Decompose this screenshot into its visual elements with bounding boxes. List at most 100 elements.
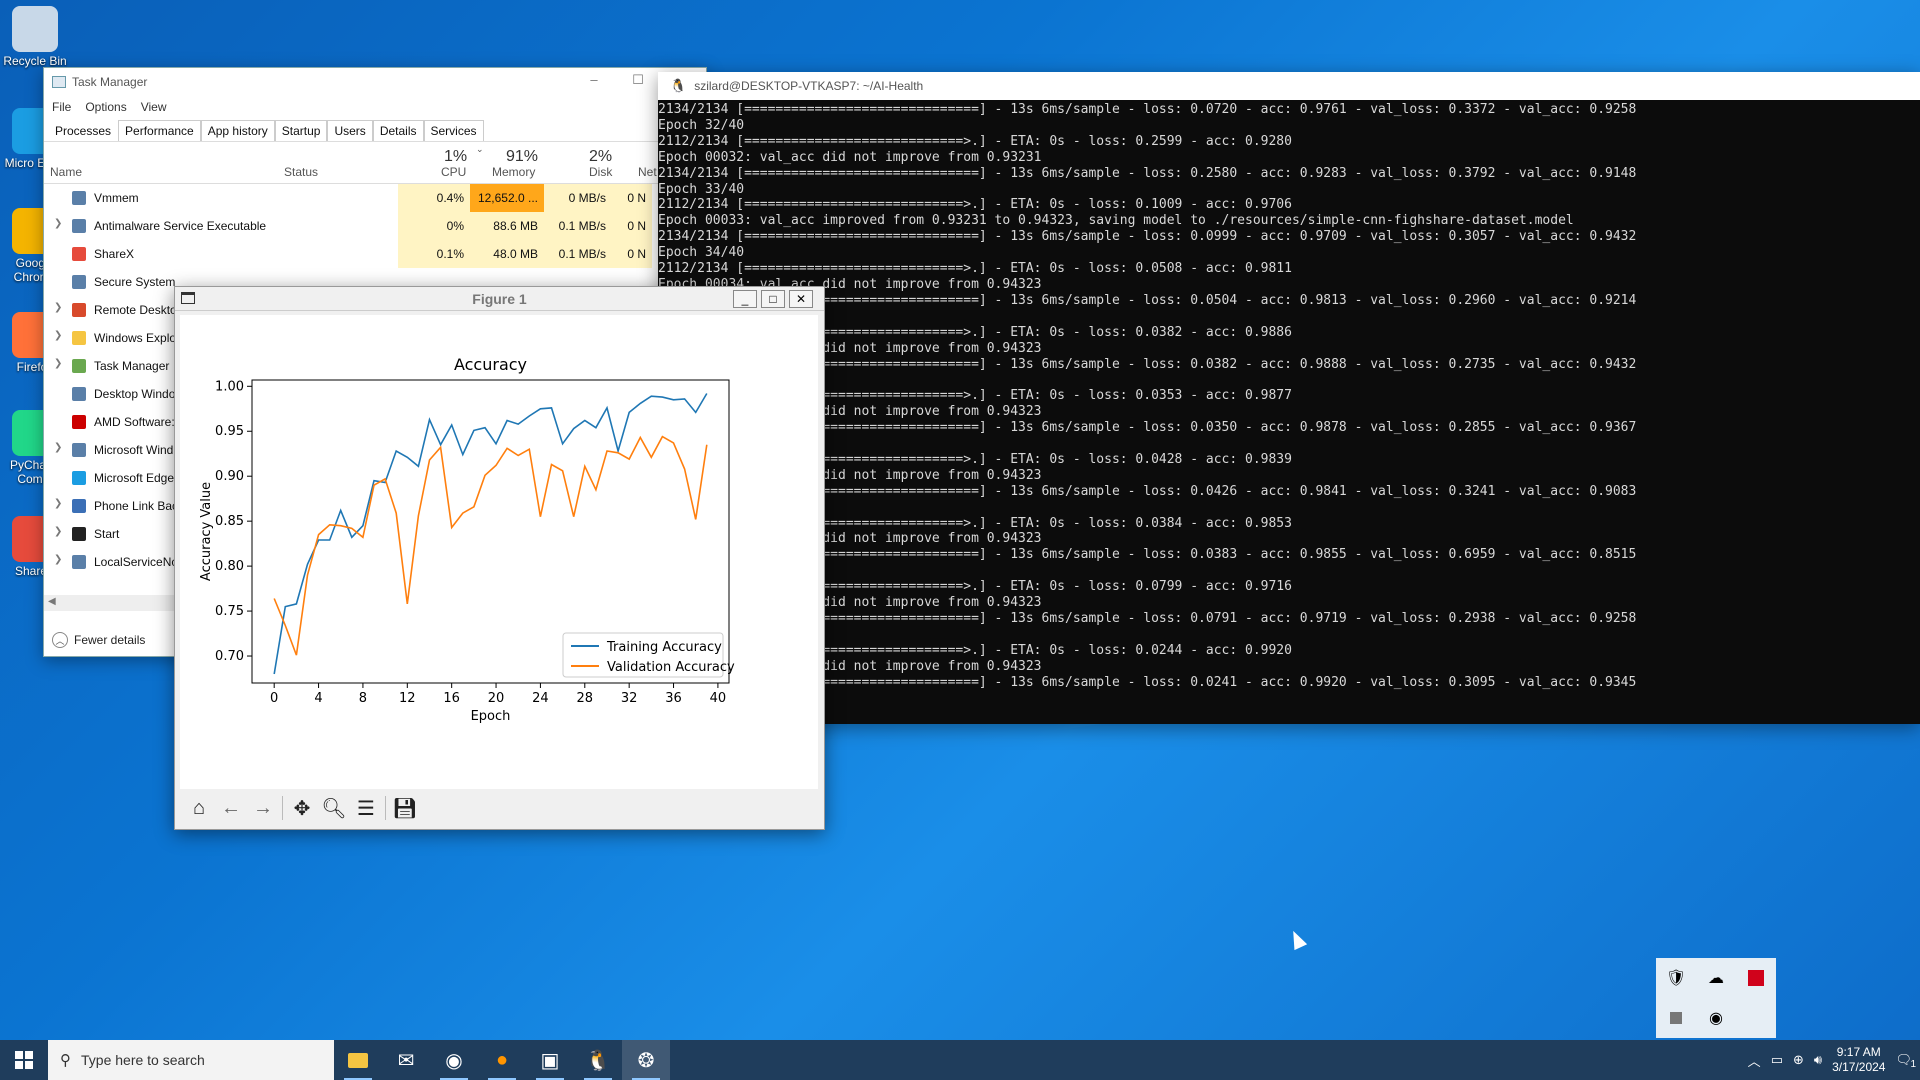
expand-chevron-icon[interactable]: ❯ [54, 358, 62, 369]
column-disk[interactable]: Disk [589, 165, 612, 179]
process-table-header: Name Status 1% CPU ⌄ 91% Memory 2% Disk … [44, 142, 706, 184]
legend-label: Validation Accuracy [607, 660, 735, 675]
terminal-line: Epoch 00033: val_acc improved from 0.932… [658, 213, 1574, 229]
terminal-output[interactable]: 2134/2134 [=============================… [658, 100, 1920, 706]
column-memory[interactable]: Memory [492, 165, 535, 179]
search-box[interactable]: ⚲ Type here to search [48, 1040, 334, 1080]
expand-chevron-icon[interactable]: ❯ [54, 526, 62, 537]
back-arrow-icon[interactable]: ← [218, 795, 244, 821]
desktop-icon[interactable]: Recycle Bin [0, 6, 70, 68]
terminal-line: Epoch 40/40 [658, 627, 1920, 643]
y-tick-label: 0.85 [215, 514, 244, 529]
sort-chevron-icon: ⌄ [476, 144, 484, 154]
table-row[interactable]: ❯ Antimalware Service Executable 0% 88.6 MB… [44, 212, 706, 240]
amd-icon[interactable] [1736, 958, 1776, 998]
tab-app-history[interactable]: App history [200, 120, 275, 141]
column-network[interactable]: Net [638, 165, 657, 179]
process-icon [72, 499, 86, 513]
chrome-icon[interactable]: ◉ [1696, 998, 1736, 1038]
meet-now-icon[interactable]: ▭ [1771, 1052, 1783, 1068]
terminal-line: 2112/2134 [============================>… [658, 197, 1292, 213]
expand-chevron-icon[interactable]: ❯ [54, 498, 62, 509]
terminal-line: 2134/2134 [=============================… [658, 547, 1637, 563]
process-name: Phone Link Bac [94, 499, 179, 513]
tab-startup[interactable]: Startup [274, 120, 328, 141]
menu-options[interactable]: Options [85, 100, 126, 114]
maximize-button[interactable]: □ [761, 290, 785, 308]
forward-arrow-icon[interactable]: → [250, 795, 276, 821]
mail-icon[interactable]: ✉ [382, 1040, 430, 1080]
terminal-window[interactable]: 🐧 szilard@DESKTOP-VTKASP7: ~/AI-Health 2… [658, 72, 1920, 724]
series-line-training [273, 393, 708, 675]
file-explorer-icon[interactable] [334, 1040, 382, 1080]
expand-chevron-icon[interactable]: ❯ [54, 442, 62, 453]
chart-title: Accuracy [454, 355, 527, 374]
process-name: Secure System [94, 275, 176, 289]
plot-canvas[interactable]: Accuracy Epoch Accuracy Value 0 4 8 12 16 20 24 28… [180, 315, 818, 789]
close-button[interactable]: ✕ [789, 290, 813, 308]
tab-performance[interactable]: Performance [118, 120, 201, 141]
terminal-line: 2134/2134 [=============================… [658, 229, 1637, 245]
terminal-line: 2134/2134 [=============================… [658, 292, 1637, 308]
date-label: 3/17/2024 [1832, 1060, 1886, 1074]
memory-cell: 48.0 MB [470, 240, 544, 268]
chrome-icon[interactable]: ◉ [430, 1040, 478, 1080]
network-globe-icon[interactable]: ⊕ [1793, 1052, 1804, 1068]
save-icon[interactable]: 💾︎ [392, 795, 418, 821]
process-icon [72, 443, 86, 457]
table-row[interactable]: ShareX 0.1% 48.0 MB 0.1 MB/s 0 N [44, 240, 706, 268]
terminal-title: szilard@DESKTOP-VTKASP7: ~/AI-Health [694, 79, 924, 93]
tab-bar: Processes Performance App history Startu… [44, 118, 706, 142]
square-icon[interactable] [1656, 998, 1696, 1038]
process-icon [72, 471, 86, 485]
table-row[interactable]: Vmmem 0.4% 12,652.0 ... 0 MB/s 0 N [44, 184, 706, 212]
figure-titlebar[interactable]: Figure 1 _ □ ✕ [175, 287, 824, 311]
tab-details[interactable]: Details [372, 120, 424, 141]
cpu-cell: 0.1% [398, 240, 470, 268]
terminal-line: 2134/2134 [=============================… [658, 420, 1637, 436]
column-cpu[interactable]: CPU [441, 165, 466, 179]
maximize-button[interactable]: ☐ [628, 72, 648, 92]
sharex-icon[interactable]: ▣ [526, 1040, 574, 1080]
fewer-details-label: Fewer details [74, 633, 146, 647]
process-icon [72, 527, 86, 541]
terminal-titlebar[interactable]: 🐧 szilard@DESKTOP-VTKASP7: ~/AI-Health [658, 72, 1920, 100]
volume-icon[interactable]: 🔊︎ [1814, 1052, 1822, 1068]
expand-chevron-icon[interactable]: ❯ [54, 554, 62, 565]
expand-chevron-icon[interactable]: ❯ [54, 302, 62, 313]
menu-view[interactable]: View [141, 100, 167, 114]
expand-chevron-icon[interactable]: ❯ [54, 330, 62, 341]
shield-icon[interactable]: 🛡︎ [1656, 958, 1696, 998]
disk-cell: 0 MB/s [544, 184, 612, 212]
zoom-icon[interactable]: 🔍︎ [321, 795, 347, 821]
tab-services[interactable]: Services [423, 120, 484, 141]
cloud-off-icon[interactable]: ☁︎ [1696, 958, 1736, 998]
fewer-details-button[interactable]: ︿ Fewer details [52, 632, 145, 648]
tab-users[interactable]: Users [327, 120, 373, 141]
configure-subplots-icon[interactable]: ☰ [353, 795, 379, 821]
pan-icon[interactable]: ✥ [289, 795, 315, 821]
process-icon [72, 331, 86, 345]
python-figure-icon[interactable]: ❂ [622, 1040, 670, 1080]
expand-chevron-icon[interactable]: ❯ [54, 218, 62, 229]
home-icon[interactable]: ⌂ [186, 795, 212, 821]
show-hidden-icons-chevron-icon[interactable]: ︿ [1748, 1051, 1761, 1070]
menu-file[interactable]: File [52, 100, 71, 114]
scroll-left-icon[interactable]: ◀ [48, 596, 56, 607]
minimize-button[interactable]: _ [733, 290, 757, 308]
clock[interactable]: 9:17 AM 3/17/2024 [1832, 1045, 1885, 1075]
task-manager-titlebar[interactable]: Task Manager – ☐ [44, 68, 706, 96]
firefox-icon[interactable]: ● [478, 1040, 526, 1080]
figure-window[interactable]: Figure 1 _ □ ✕ Accuracy Epoch Accuracy Val… [174, 286, 825, 830]
start-button[interactable] [0, 1040, 48, 1080]
tray-overflow-popup: 🛡︎ ☁︎ ◉ [1656, 958, 1776, 1038]
minimize-button[interactable]: – [584, 72, 604, 92]
terminal-penguin-icon[interactable]: 🐧 [574, 1040, 622, 1080]
tab-processes[interactable]: Processes [48, 120, 119, 141]
column-status[interactable]: Status [284, 165, 318, 179]
x-tick-label: 20 [488, 691, 505, 706]
disk-total: 2% [589, 148, 613, 165]
process-name: Antimalware Service Executable [94, 219, 267, 233]
column-name[interactable]: Name [50, 165, 82, 179]
notifications-icon[interactable]: 🗨︎ 1 [1895, 1052, 1916, 1070]
